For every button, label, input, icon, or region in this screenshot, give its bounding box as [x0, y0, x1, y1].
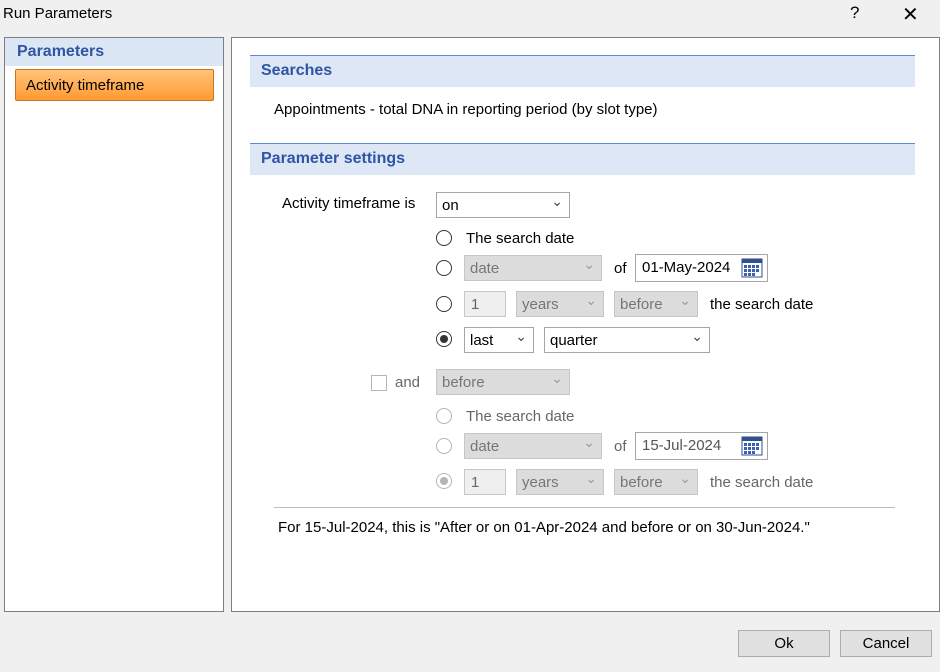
divider — [274, 507, 895, 508]
second-search-date-radio[interactable] — [436, 408, 452, 424]
date-input-value: 01-May-2024 — [642, 259, 731, 276]
calendar-icon[interactable] — [738, 255, 766, 281]
cancel-button[interactable]: Cancel — [840, 630, 932, 657]
second-date-type-value: date — [470, 438, 500, 455]
second-unit-value: years — [522, 474, 559, 491]
sidebar-header-label: Parameters — [17, 43, 105, 60]
period-select[interactable]: quarter ⌄ — [544, 327, 710, 353]
search-date-radio[interactable] — [436, 230, 452, 246]
second-direction-value: before — [620, 474, 663, 491]
and-label: and — [395, 374, 421, 391]
second-number-input[interactable]: 1 — [464, 469, 506, 495]
number-input[interactable]: 1 — [464, 291, 506, 317]
parameter-settings-header-label: Parameter settings — [261, 150, 406, 167]
window-title: Run Parameters — [3, 5, 113, 22]
unit-value: years — [522, 296, 559, 313]
second-date-type-select[interactable]: date ⌄ — [464, 433, 602, 459]
number-input-value: 1 — [471, 296, 480, 313]
ok-button[interactable]: Ok — [738, 630, 830, 657]
direction-value: before — [620, 296, 663, 313]
chevron-down-icon: ⌄ — [679, 470, 691, 486]
chevron-down-icon: ⌄ — [583, 434, 595, 450]
date-type-value: date — [470, 260, 500, 277]
date-type-select[interactable]: date ⌄ — [464, 255, 602, 281]
chevron-down-icon: ⌄ — [679, 292, 691, 308]
activity-timeframe-label: Activity timeframe is — [282, 195, 416, 212]
specific-date-radio[interactable] — [436, 260, 452, 276]
help-icon[interactable]: ? — [850, 3, 859, 23]
searches-header-label: Searches — [261, 62, 333, 79]
last-select[interactable]: last ⌄ — [464, 327, 534, 353]
and-checkbox[interactable] — [371, 375, 387, 391]
second-the-search-date-label: the search date — [710, 474, 814, 491]
the-search-date-label: the search date — [710, 296, 814, 313]
parameter-settings-header: Parameter settings — [250, 143, 915, 175]
last-period-radio[interactable] — [436, 331, 452, 347]
summary-text: For 15-Jul-2024, this is "After or on 01… — [278, 519, 810, 536]
chevron-down-icon: ⌄ — [583, 256, 595, 272]
of-label: of — [614, 260, 627, 277]
chevron-down-icon: ⌄ — [691, 328, 703, 344]
calendar-icon[interactable] — [738, 433, 766, 459]
direction-select[interactable]: before ⌄ — [614, 291, 698, 317]
sidebar-item-label: Activity timeframe — [26, 77, 145, 94]
second-relative-date-radio[interactable] — [436, 473, 452, 489]
search-description: Appointments - total DNA in reporting pe… — [274, 101, 658, 118]
chevron-down-icon: ⌄ — [551, 193, 563, 209]
chevron-down-icon: ⌄ — [585, 470, 597, 486]
sidebar-panel: Parameters Activity timeframe — [4, 37, 224, 612]
second-unit-select[interactable]: years ⌄ — [516, 469, 604, 495]
searches-header: Searches — [250, 55, 915, 87]
chevron-down-icon: ⌄ — [515, 328, 527, 344]
search-date-label: The search date — [466, 230, 575, 247]
second-search-date-label: The search date — [466, 408, 575, 425]
chevron-down-icon: ⌄ — [551, 370, 563, 386]
sidebar-header: Parameters — [5, 38, 223, 66]
and-direction-value: before — [442, 374, 485, 391]
last-value: last — [470, 332, 494, 349]
unit-select[interactable]: years ⌄ — [516, 291, 604, 317]
and-direction-select[interactable]: before ⌄ — [436, 369, 570, 395]
relative-date-radio[interactable] — [436, 296, 452, 312]
period-value: quarter — [550, 332, 598, 349]
activity-timeframe-select[interactable]: on ⌄ — [436, 192, 570, 218]
second-number-input-value: 1 — [471, 474, 480, 491]
activity-timeframe-value: on — [442, 197, 459, 214]
second-specific-date-radio[interactable] — [436, 438, 452, 454]
chevron-down-icon: ⌄ — [585, 292, 597, 308]
close-icon[interactable]: ✕ — [902, 2, 919, 27]
second-date-input-value: 15-Jul-2024 — [642, 437, 722, 454]
sidebar-item-activity-timeframe[interactable]: Activity timeframe — [15, 69, 214, 101]
second-direction-select[interactable]: before ⌄ — [614, 469, 698, 495]
second-of-label: of — [614, 438, 627, 455]
